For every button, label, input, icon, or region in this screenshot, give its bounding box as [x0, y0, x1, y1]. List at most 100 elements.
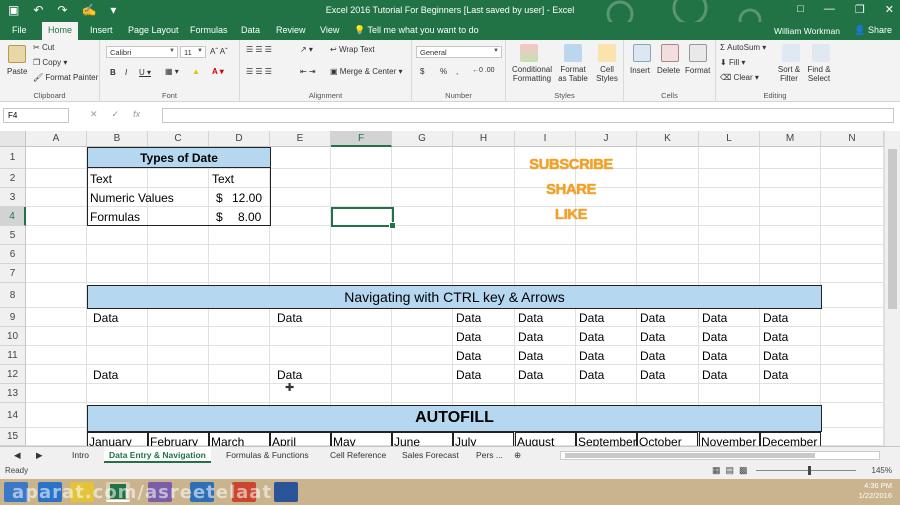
- column-header-j[interactable]: J: [576, 131, 637, 147]
- row-header-5[interactable]: 5: [0, 226, 26, 245]
- row-header-6[interactable]: 6: [0, 245, 26, 264]
- name-box[interactable]: F4: [3, 108, 69, 123]
- word-icon[interactable]: [274, 482, 298, 502]
- column-header-d[interactable]: D: [209, 131, 270, 147]
- row-header-4[interactable]: 4: [0, 207, 26, 226]
- font-color-icon[interactable]: A ▾: [212, 67, 224, 76]
- scrollbar-thumb[interactable]: [888, 149, 897, 309]
- number-format-combo[interactable]: General ▼: [416, 46, 502, 58]
- tab-review[interactable]: Review: [276, 25, 306, 35]
- column-header-l[interactable]: L: [699, 131, 760, 147]
- find-select-button[interactable]: Find & Select: [804, 65, 834, 83]
- row-header-2[interactable]: 2: [0, 169, 26, 188]
- column-header-h[interactable]: H: [453, 131, 515, 147]
- bold-button[interactable]: B: [110, 68, 116, 77]
- cut-button[interactable]: ✂ Cut: [33, 43, 54, 52]
- column-header-a[interactable]: A: [26, 131, 87, 147]
- underline-button[interactable]: U ▾: [139, 68, 151, 77]
- borders-icon[interactable]: ▦ ▾: [165, 67, 179, 76]
- align-top-icon[interactable]: ☰ ☰ ☰: [246, 45, 272, 54]
- comma-style-button[interactable]: ,: [456, 67, 458, 76]
- fill-button[interactable]: ⬇ Fill ▾: [720, 58, 745, 67]
- column-header-g[interactable]: G: [392, 131, 453, 147]
- delete-cells-icon[interactable]: [661, 44, 679, 62]
- select-all-corner[interactable]: [0, 131, 26, 147]
- align-left-icon[interactable]: ☰ ☰ ☰: [246, 67, 272, 76]
- active-cell-f4[interactable]: [331, 207, 396, 229]
- font-name-combo[interactable]: Calibri ▼: [106, 46, 178, 58]
- autosum-button[interactable]: Σ AutoSum ▾: [720, 43, 766, 52]
- column-header-c[interactable]: C: [148, 131, 209, 147]
- row-header-12[interactable]: 12: [0, 365, 26, 384]
- insert-button[interactable]: Insert: [630, 66, 650, 75]
- tab-page-layout[interactable]: Page Layout: [128, 25, 179, 35]
- insert-cells-icon[interactable]: [633, 44, 651, 62]
- find-select-icon[interactable]: [812, 44, 830, 62]
- font-size-combo[interactable]: 11 ▼: [180, 46, 206, 58]
- row-header-11[interactable]: 11: [0, 346, 26, 365]
- system-tray[interactable]: 4:36 PM 1/22/2016: [859, 481, 892, 501]
- grow-shrink-font-icon[interactable]: Aˆ Aˇ: [210, 47, 228, 56]
- percent-style-button[interactable]: %: [440, 67, 447, 76]
- sheet-tab-cell-reference[interactable]: Cell Reference: [330, 450, 386, 460]
- cell-styles-icon[interactable]: [598, 44, 616, 62]
- column-header-k[interactable]: K: [637, 131, 699, 147]
- format-table-icon[interactable]: [564, 44, 582, 62]
- delete-button[interactable]: Delete: [657, 66, 680, 75]
- conditional-formatting-button[interactable]: Conditional Formatting: [510, 65, 554, 83]
- sort-filter-icon[interactable]: [782, 44, 800, 62]
- wrap-text-button[interactable]: ↩ Wrap Text: [330, 45, 375, 54]
- horizontal-scrollbar[interactable]: [560, 451, 880, 460]
- share-button[interactable]: 👤 Share: [854, 25, 892, 36]
- column-header-e[interactable]: E: [270, 131, 331, 147]
- sheet-tab-intro[interactable]: Intro: [72, 450, 89, 460]
- tab-insert[interactable]: Insert: [90, 25, 113, 35]
- minimize-icon[interactable]: —: [824, 3, 835, 16]
- next-sheet-icon[interactable]: ▶: [36, 450, 43, 461]
- enter-icon[interactable]: ✓: [112, 109, 120, 120]
- row-header-8[interactable]: 8: [0, 283, 26, 308]
- clear-button[interactable]: ⌫ Clear ▾: [720, 73, 759, 82]
- insert-function-icon[interactable]: fx: [133, 109, 140, 120]
- column-header-i[interactable]: I: [515, 131, 576, 147]
- fill-color-icon[interactable]: ▲: [192, 67, 200, 76]
- close-icon[interactable]: ✕: [885, 3, 894, 16]
- column-header-f[interactable]: F: [331, 131, 392, 147]
- indent-icon[interactable]: ⇤ ⇥: [300, 67, 316, 76]
- tell-me-search[interactable]: 💡 Tell me what you want to do: [354, 25, 479, 36]
- orientation-icon[interactable]: ↗ ▾: [300, 45, 313, 54]
- format-cells-icon[interactable]: [689, 44, 707, 62]
- row-header-14[interactable]: 14: [0, 403, 26, 428]
- row-header-13[interactable]: 13: [0, 384, 26, 403]
- prev-sheet-icon[interactable]: ◀: [14, 450, 21, 461]
- row-header-1[interactable]: 1: [0, 147, 26, 169]
- italic-button[interactable]: I: [125, 68, 127, 77]
- tab-file[interactable]: File: [12, 25, 27, 35]
- conditional-formatting-icon[interactable]: [520, 44, 538, 62]
- zoom-slider[interactable]: [756, 466, 856, 475]
- zoom-knob[interactable]: [808, 466, 811, 475]
- sheet-tab-sales-forecast[interactable]: Sales Forecast: [402, 450, 459, 460]
- tab-view[interactable]: View: [320, 25, 339, 35]
- scrollbar-thumb[interactable]: [565, 453, 815, 458]
- view-buttons[interactable]: ▦ ▤ ▩: [712, 465, 748, 476]
- tab-data[interactable]: Data: [241, 25, 260, 35]
- column-header-b[interactable]: B: [87, 131, 148, 147]
- ribbon-display-icon[interactable]: □: [797, 3, 804, 16]
- sheet-tab-formulas[interactable]: Formulas & Functions: [226, 450, 309, 460]
- merge-center-button[interactable]: ▣ Merge & Center ▾: [330, 67, 403, 76]
- tab-formulas[interactable]: Formulas: [190, 25, 228, 35]
- zoom-level[interactable]: 145%: [872, 466, 892, 475]
- format-table-button[interactable]: Format as Table: [556, 65, 590, 83]
- vertical-scrollbar[interactable]: [884, 131, 900, 446]
- accounting-format-button[interactable]: $: [420, 67, 424, 76]
- row-header-15[interactable]: 15: [0, 428, 26, 446]
- cell-styles-button[interactable]: Cell Styles: [594, 65, 620, 83]
- sheet-tab-data-entry[interactable]: Data Entry & Navigation: [104, 447, 211, 463]
- tab-home[interactable]: Home: [42, 22, 79, 40]
- copy-button[interactable]: ❐ Copy ▾: [33, 58, 67, 67]
- paste-icon[interactable]: [8, 45, 26, 63]
- new-sheet-icon[interactable]: ⊕: [514, 450, 521, 461]
- format-painter-button[interactable]: 🖌 Format Painter: [33, 73, 98, 82]
- row-header-3[interactable]: 3: [0, 188, 26, 207]
